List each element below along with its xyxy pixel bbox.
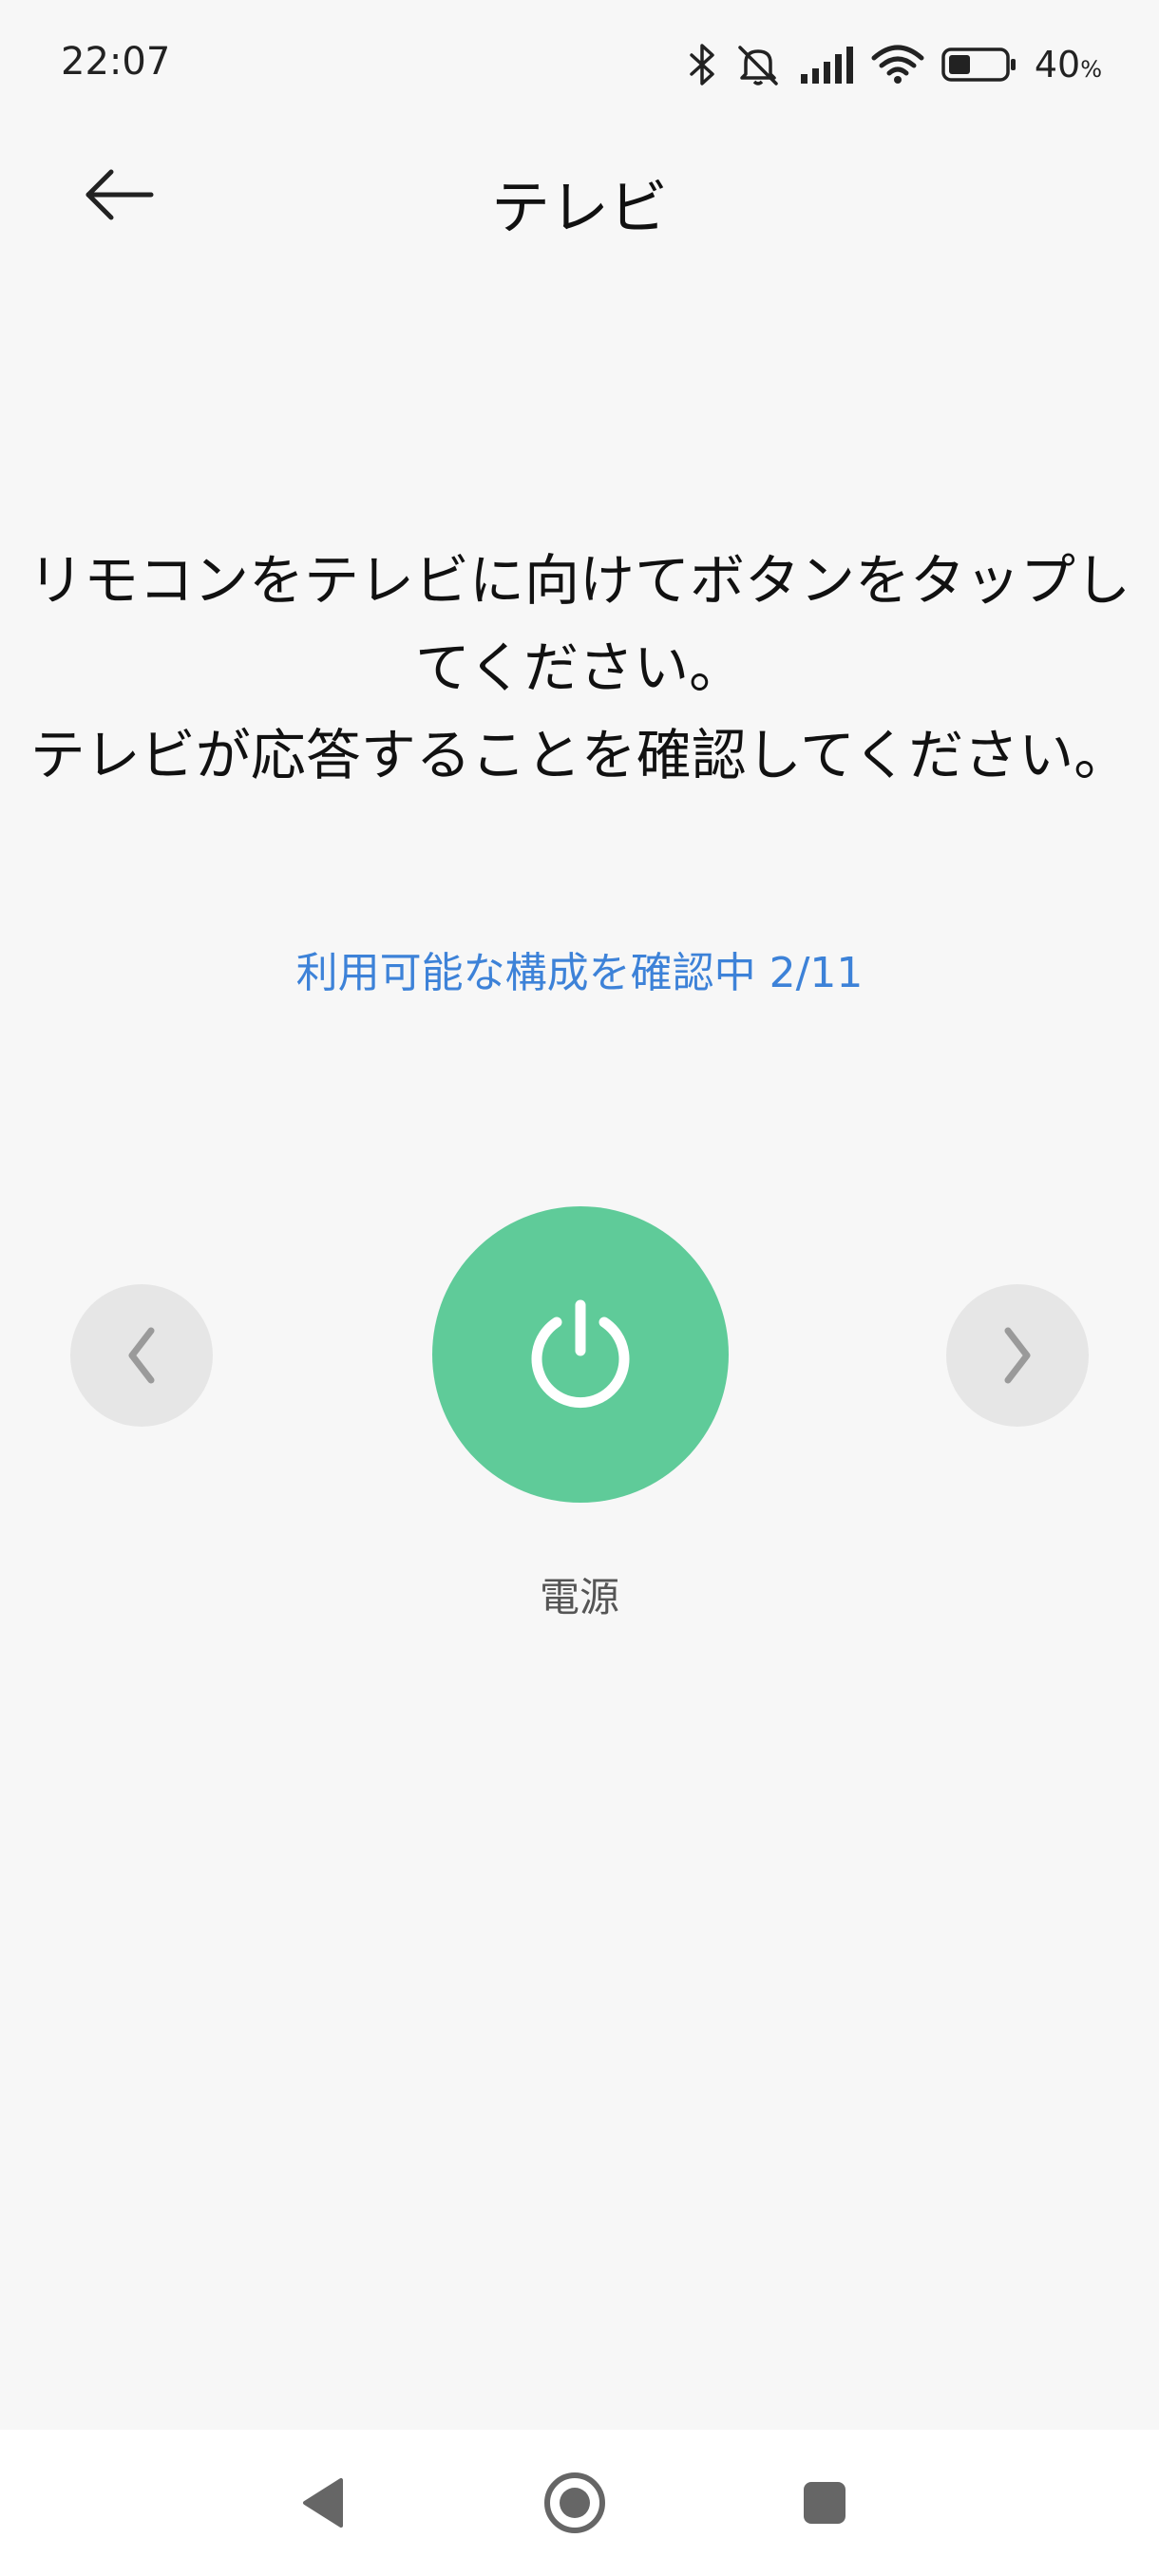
nav-recents-button[interactable] [787, 2465, 863, 2541]
prev-config-button[interactable] [70, 1284, 213, 1427]
power-button[interactable] [432, 1206, 729, 1503]
silent-icon [734, 44, 782, 85]
nav-home-button[interactable] [537, 2465, 613, 2541]
progress-text: 利用可能な構成を確認中 2/11 [295, 949, 864, 997]
battery-icon [941, 47, 1017, 83]
signal-icon [799, 46, 854, 84]
next-config-button[interactable] [946, 1284, 1089, 1427]
recents-square-icon [804, 2482, 846, 2524]
status-bar: 22:07 40% [0, 0, 1159, 128]
back-triangle-icon [303, 2478, 343, 2528]
chevron-right-icon [1004, 1327, 1031, 1384]
nav-back-button[interactable] [285, 2465, 361, 2541]
status-time: 22:07 [61, 40, 171, 84]
bluetooth-icon [689, 44, 717, 85]
wifi-icon [871, 45, 924, 85]
app-bar: テレビ [0, 142, 1159, 247]
status-icons: 40% [689, 36, 1102, 93]
instruction-text: リモコンをテレビに向けてボタンをタップしてください。 テレビが応答することを確認… [10, 537, 1150, 799]
home-circle-icon [544, 2472, 605, 2533]
page-title: テレビ [490, 173, 668, 242]
power-icon [531, 1299, 630, 1409]
system-nav-bar [0, 2430, 1159, 2576]
battery-percent: 40% [1034, 44, 1102, 85]
chevron-left-icon [128, 1327, 155, 1384]
instruction-line-2: テレビが応答することを確認してください。 [29, 723, 1130, 787]
instruction-line-1: リモコンをテレビに向けてボタンをタップしてください。 [28, 548, 1130, 700]
power-button-label: 電源 [539, 1574, 619, 1620]
